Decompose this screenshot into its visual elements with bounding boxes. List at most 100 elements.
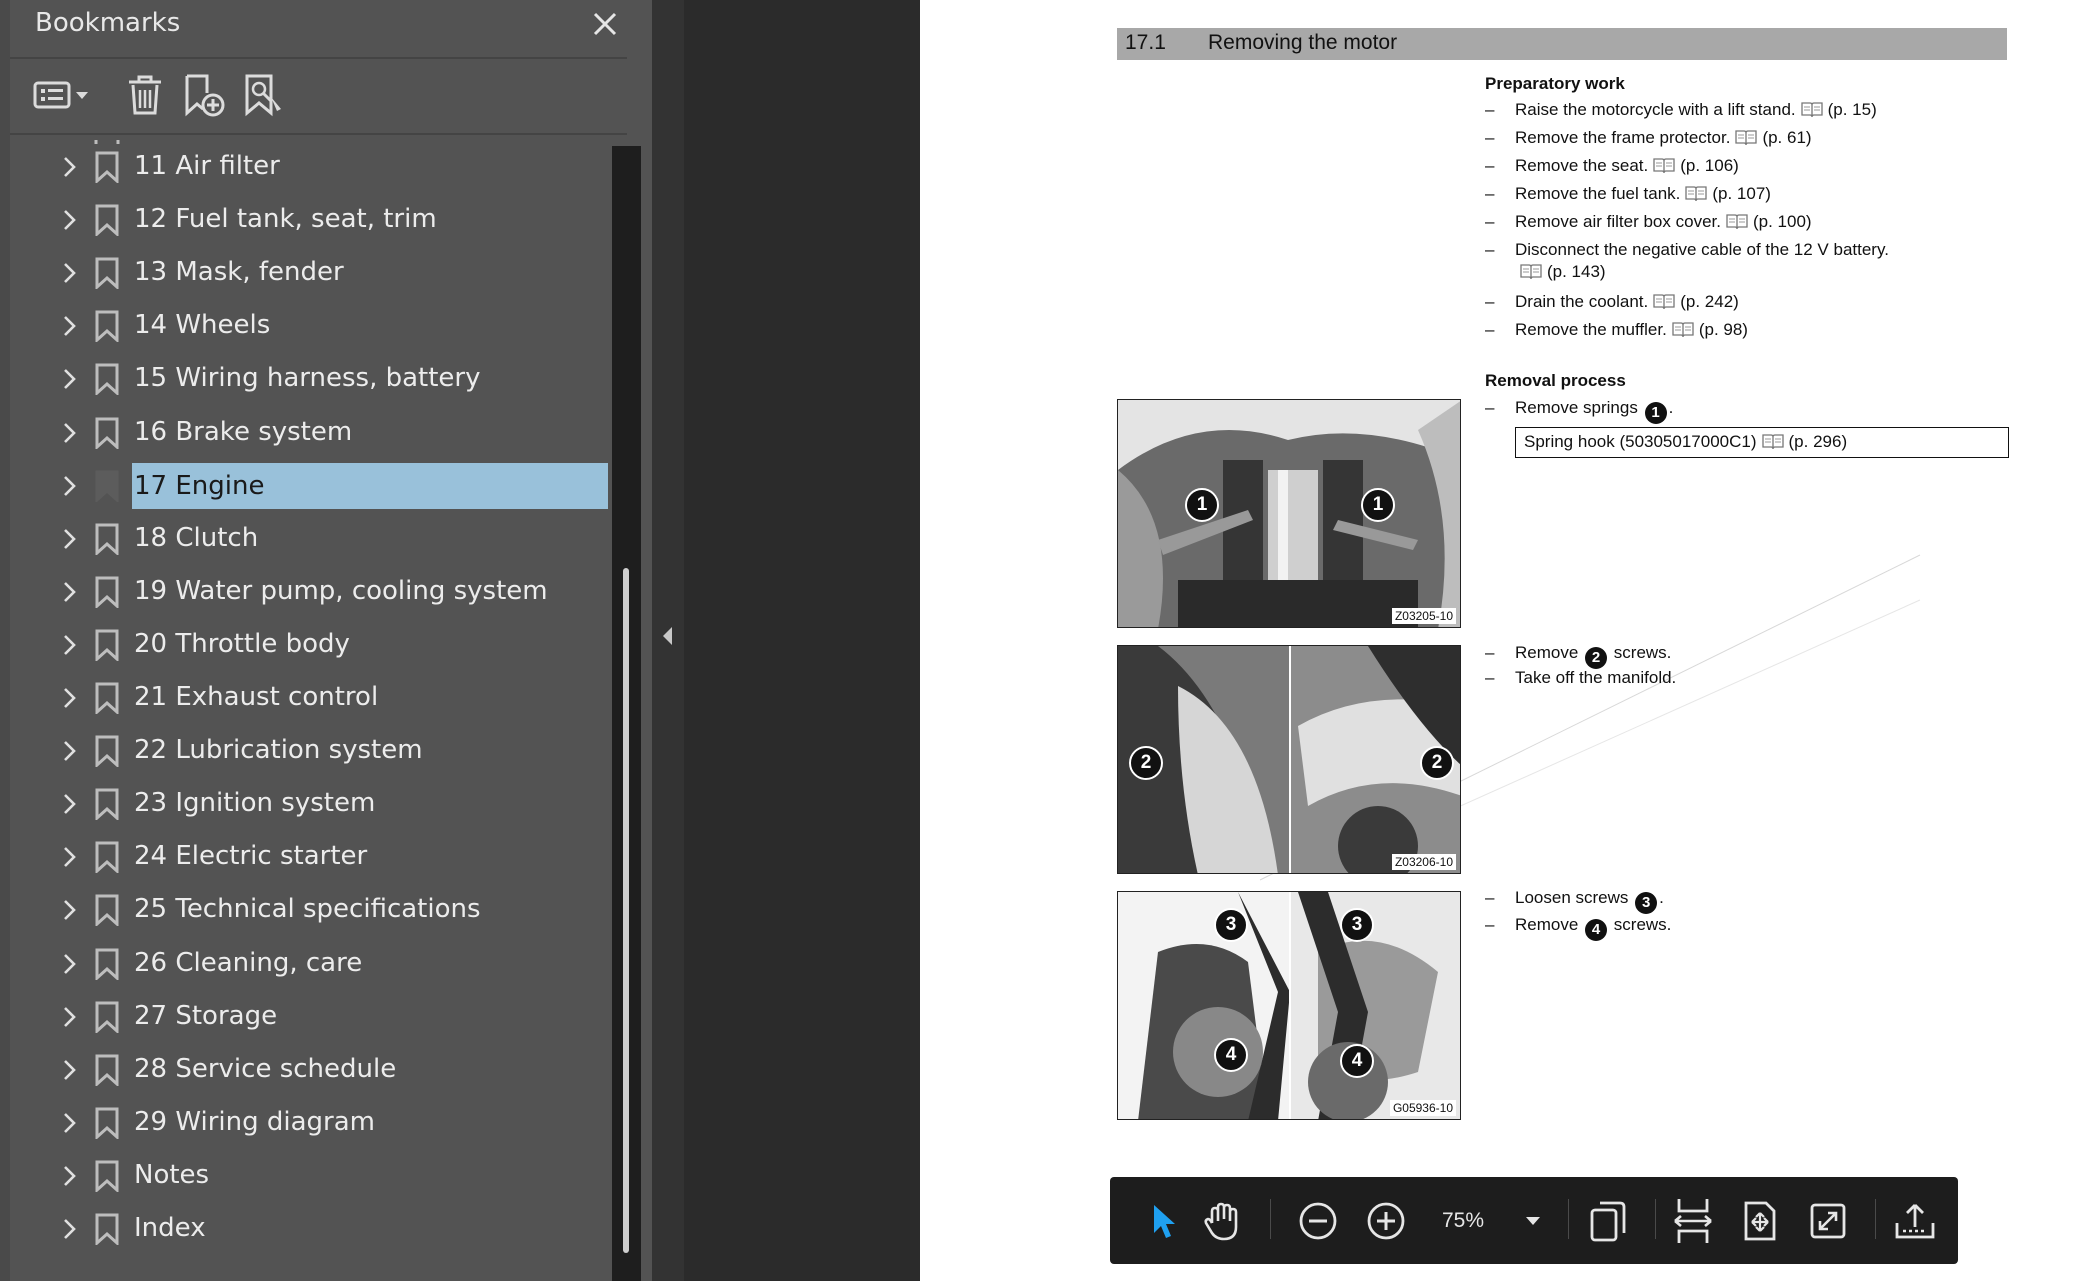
bookmark-row[interactable]: 20 Throttle body (10, 618, 610, 671)
bookmark-label[interactable]: 14 Wheels (132, 309, 272, 341)
bookmark-row[interactable]: 12 Fuel tank, seat, trim (10, 193, 610, 246)
zoom-dropdown-button[interactable] (1515, 1177, 1551, 1264)
chevron-right-icon[interactable] (56, 154, 82, 180)
bookmark-label[interactable]: 26 Cleaning, care (132, 947, 364, 979)
bookmark-label[interactable]: 16 Brake system (132, 416, 354, 448)
bookmark-row[interactable]: Notes (10, 1149, 610, 1202)
chevron-right-icon[interactable] (56, 420, 82, 446)
bookmark-label[interactable]: 28 Service schedule (132, 1053, 398, 1085)
full-screen-button[interactable] (1798, 1177, 1858, 1264)
chevron-right-icon[interactable] (56, 207, 82, 233)
zoom-level[interactable]: 75% (1442, 1177, 1484, 1264)
bookmark-label[interactable]: 13 Mask, fender (132, 256, 346, 288)
bookmark-icon (95, 1107, 119, 1139)
hand-tool-button[interactable] (1192, 1177, 1252, 1264)
page-reference[interactable]: (p. 61) (1762, 128, 1811, 147)
chevron-right-icon[interactable] (56, 1216, 82, 1242)
page-reference[interactable]: (p. 15) (1828, 100, 1877, 119)
chevron-right-icon[interactable] (56, 260, 82, 286)
chevron-right-icon[interactable] (56, 632, 82, 658)
bookmark-row[interactable]: Index (10, 1202, 610, 1255)
close-panel-button[interactable] (585, 4, 625, 44)
bookmark-row[interactable]: 22 Lubrication system (10, 724, 610, 777)
chevron-right-icon[interactable] (56, 738, 82, 764)
book-reference-icon (1761, 434, 1784, 450)
chevron-right-icon[interactable] (56, 526, 82, 552)
bookmark-label[interactable]: 18 Clutch (132, 522, 260, 554)
select-tool-button[interactable] (1138, 1177, 1188, 1264)
chevron-right-icon[interactable] (56, 1110, 82, 1136)
page-display-button[interactable] (1578, 1177, 1638, 1264)
find-bookmark-button[interactable] (238, 70, 288, 120)
fit-page-button[interactable] (1730, 1177, 1790, 1264)
bookmark-label[interactable]: 22 Lubrication system (132, 734, 425, 766)
bookmark-label[interactable]: 27 Storage (132, 1000, 279, 1032)
bookmark-label[interactable]: 17 Engine (132, 462, 608, 509)
chevron-right-icon[interactable] (56, 313, 82, 339)
bookmark-label[interactable]: 21 Exhaust control (132, 681, 380, 713)
bookmark-label[interactable]: 11 Air filter (132, 150, 282, 182)
zoom-out-button[interactable] (1290, 1177, 1346, 1264)
share-button[interactable] (1885, 1177, 1945, 1264)
page-reference[interactable]: (p. 98) (1699, 320, 1748, 339)
chevron-right-icon[interactable] (56, 685, 82, 711)
delete-bookmark-button[interactable] (120, 70, 170, 120)
bookmark-row[interactable]: 17 Engine (10, 459, 610, 512)
bookmark-row[interactable]: 16 Brake system (10, 406, 610, 459)
chevron-right-icon[interactable] (56, 791, 82, 817)
chevron-right-icon[interactable] (56, 951, 82, 977)
step-text: . (1659, 888, 1664, 907)
page-reference[interactable]: (p. 106) (1680, 156, 1739, 175)
scrollbar-thumb[interactable] (623, 568, 629, 1253)
bookmark-row[interactable]: 21 Exhaust control (10, 671, 610, 724)
bookmark-row[interactable]: 27 Storage (10, 990, 610, 1043)
bookmark-row[interactable]: 26 Cleaning, care (10, 937, 610, 990)
chevron-right-icon[interactable] (56, 1163, 82, 1189)
chevron-right-icon[interactable] (56, 1057, 82, 1083)
collapse-arrow-icon[interactable] (660, 625, 676, 647)
chevron-right-icon[interactable] (56, 844, 82, 870)
bookmark-label[interactable]: Notes (132, 1159, 211, 1191)
bookmark-icon (95, 576, 119, 608)
bookmark-label[interactable]: 20 Throttle body (132, 628, 352, 660)
bookmark-label[interactable]: 12 Fuel tank, seat, trim (132, 203, 439, 235)
bookmark-label[interactable]: Index (132, 1212, 208, 1244)
chevron-right-icon[interactable] (56, 473, 82, 499)
bookmark-row[interactable]: 19 Water pump, cooling system (10, 565, 610, 618)
options-menu-button[interactable] (28, 70, 98, 120)
fit-width-button[interactable] (1663, 1177, 1723, 1264)
chevron-right-icon[interactable] (56, 897, 82, 923)
bookmark-row[interactable]: 13 Mask, fender (10, 246, 610, 299)
bookmark-row[interactable]: 23 Ignition system (10, 777, 610, 830)
bookmark-row[interactable]: 28 Service schedule (10, 1043, 610, 1096)
chevron-right-icon[interactable] (56, 579, 82, 605)
bookmark-row[interactable]: 24 Electric starter (10, 830, 610, 883)
fit-page-icon (1744, 1201, 1776, 1240)
bookmark-row[interactable]: 29 Wiring diagram (10, 1096, 610, 1149)
bookmark-row[interactable]: 18 Clutch (10, 512, 610, 565)
bookmark-label[interactable]: 15 Wiring harness, battery (132, 362, 483, 394)
bookmark-label[interactable]: 19 Water pump, cooling system (132, 575, 550, 607)
frame-screws-photo (1118, 892, 1460, 1119)
bookmark-label[interactable]: 25 Technical specifications (132, 893, 483, 925)
bookmark-row[interactable]: 11 Air filter (10, 140, 610, 193)
step-text: Loosen screws (1515, 888, 1629, 907)
bookmark-label[interactable]: 29 Wiring diagram (132, 1106, 377, 1138)
chevron-right-icon[interactable] (56, 366, 82, 392)
bookmark-row[interactable]: 14 Wheels (10, 299, 610, 352)
page-reference[interactable]: (p. 107) (1712, 184, 1771, 203)
bookmark-row[interactable]: 25 Technical specifications (10, 883, 610, 936)
page-reference[interactable]: (p. 242) (1680, 292, 1739, 311)
bookmark-row[interactable]: 15 Wiring harness, battery (10, 352, 610, 405)
page-reference[interactable]: (p. 100) (1753, 212, 1812, 231)
bookmark-label[interactable]: 24 Electric starter (132, 840, 369, 872)
figure-code: G05936-10 (1389, 1100, 1456, 1116)
divider (10, 57, 627, 59)
page-display-icon (1590, 1201, 1626, 1241)
add-bookmark-button[interactable] (178, 70, 228, 120)
page-reference[interactable]: (p. 143) (1547, 262, 1606, 281)
figure-callout: 1 (1361, 488, 1395, 522)
zoom-in-button[interactable] (1358, 1177, 1414, 1264)
bookmark-label[interactable]: 23 Ignition system (132, 787, 377, 819)
chevron-right-icon[interactable] (56, 1004, 82, 1030)
